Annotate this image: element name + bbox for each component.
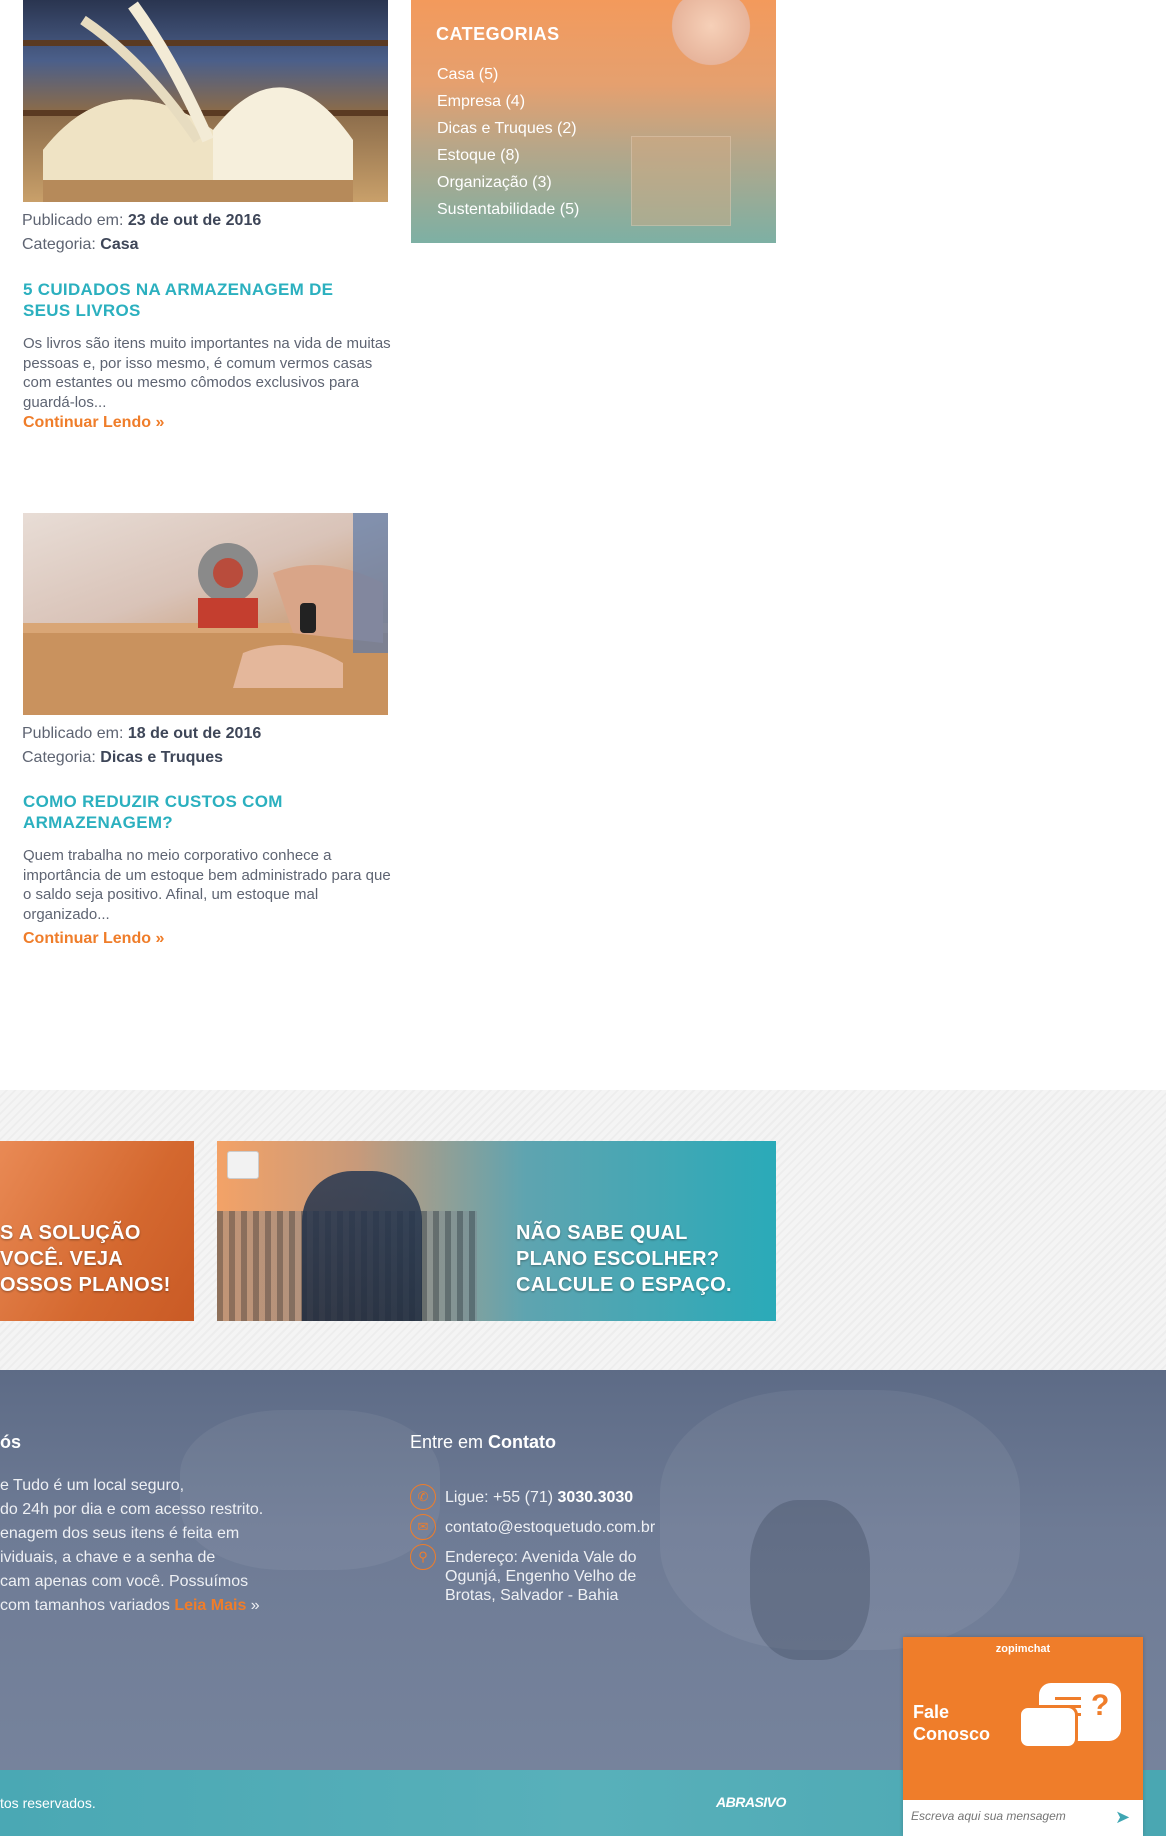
category-label: Categoria: [22, 236, 96, 253]
about-line: do 24h por dia e com acesso restrito. [0, 1501, 264, 1518]
calculate-space-banner-text: NÃO SABE QUAL PLANO ESCOLHER? CALCULE O … [516, 1220, 732, 1298]
contact-email[interactable]: contato@estoquetudo.com.br [445, 1518, 655, 1537]
location-pin-icon: ⚲ [410, 1544, 436, 1570]
banner-line: OSSOS PLANOS! [0, 1274, 171, 1296]
published-label: Publicado em: [22, 212, 124, 229]
about-heading: ós [0, 1432, 22, 1452]
chat-brand: zopimchat [995, 1643, 1051, 1655]
about-line: enagem dos seus itens é feita em [0, 1525, 240, 1542]
about-line: cam apenas com você. Possuímos [0, 1573, 249, 1590]
about-line: e Tudo é um local seguro, [0, 1477, 185, 1494]
banner-line: VOCÊ. VEJA [0, 1248, 124, 1270]
chat-lines-icon [1055, 1697, 1081, 1700]
category-item-organizacao[interactable]: Organização (3) [437, 172, 579, 199]
chat-widget[interactable]: zopimchat Fale Conosco ? ➤ [903, 1637, 1143, 1836]
category-item-estoque[interactable]: Estoque (8) [437, 145, 579, 172]
cardboard-box-photo [631, 136, 731, 226]
about-line: ividuais, a chave e a senha de [0, 1549, 216, 1566]
question-mark-icon: ? [1091, 1689, 1110, 1722]
agency-logo[interactable]: ABRASIVO [716, 1794, 786, 1810]
email-icon: ✉ [410, 1514, 436, 1540]
plans-banner[interactable]: S A SOLUÇÃO VOCÊ. VEJA OSSOS PLANOS! [0, 1141, 194, 1321]
post-date: 23 de out de 2016 [127, 212, 262, 229]
banner-line: PLANO ESCOLHER? [516, 1248, 720, 1270]
plans-banner-text: S A SOLUÇÃO VOCÊ. VEJA OSSOS PLANOS! [0, 1220, 171, 1298]
double-chevron-right-icon: » [250, 1597, 260, 1614]
published-label: Publicado em: [22, 725, 124, 742]
post-meta-date: Publicado em: 23 de out de 2016 [22, 212, 261, 230]
categories-heading: CATEGORIAS [436, 24, 560, 44]
banner-line: NÃO SABE QUAL [516, 1222, 688, 1244]
copyright-text: tos reservados. [0, 1795, 96, 1811]
continue-reading-link[interactable]: Continuar Lendo » [23, 930, 164, 948]
chat-title: Fale Conosco [913, 1701, 990, 1745]
chat-input-bar: ➤ [903, 1800, 1143, 1836]
background-photo-shape [750, 1500, 870, 1660]
phone-icon: ✆ [410, 1484, 436, 1510]
category-item-sustentabilidade[interactable]: Sustentabilidade (5) [437, 199, 579, 226]
chat-bubble-icon [1018, 1705, 1078, 1749]
categories-widget: CATEGORIAS Casa (5) Empresa (4) Dicas e … [411, 0, 776, 243]
open-book-illustration [43, 1, 353, 202]
category-item-empresa[interactable]: Empresa (4) [437, 91, 579, 118]
phone-number: 3030.3030 [557, 1489, 634, 1506]
post-meta-category: Categoria: Casa [22, 236, 139, 254]
chat-message-input[interactable] [911, 1809, 1111, 1823]
post-category-link[interactable]: Dicas e Truques [100, 749, 223, 766]
about-text: e Tudo é um local seguro, do 24h por dia… [0, 1474, 300, 1618]
chat-title-line: Fale [913, 1702, 950, 1722]
post-date: 18 de out de 2016 [127, 725, 262, 742]
post-image-books[interactable] [23, 0, 388, 202]
post-title-link[interactable]: COMO REDUZIR CUSTOS COM ARMAZENAGEM? [23, 791, 383, 833]
read-more-link[interactable]: Leia Mais [174, 1597, 246, 1614]
double-chevron-right-icon: » [155, 930, 165, 947]
post-excerpt: Os livros são itens muito importantes na… [23, 335, 391, 411]
categories-list: Casa (5) Empresa (4) Dicas e Truques (2)… [437, 64, 579, 226]
chat-title-line: Conosco [913, 1724, 991, 1744]
contact-heading: Entre em Contato [410, 1432, 556, 1453]
continue-reading-label: Continuar Lendo [23, 414, 151, 431]
banner-line: CALCULE O ESPAÇO. [516, 1274, 732, 1296]
post-meta-category: Categoria: Dicas e Truques [22, 749, 223, 767]
calculate-space-banner[interactable]: NÃO SABE QUAL PLANO ESCOLHER? CALCULE O … [217, 1141, 776, 1321]
phone-label: Ligue: +55 (71) [445, 1489, 554, 1506]
post-category-link[interactable]: Casa [100, 236, 138, 253]
contact-phone[interactable]: Ligue: +55 (71) 3030.3030 [445, 1488, 633, 1507]
contact-heading-pre: Entre em [410, 1432, 484, 1452]
double-chevron-right-icon: » [155, 414, 165, 431]
post-meta-date: Publicado em: 18 de out de 2016 [22, 725, 261, 743]
contact-address: Endereço: Avenida Vale do Ogunjá, Engenh… [445, 1549, 637, 1604]
light-switch-icon [227, 1151, 259, 1179]
send-icon[interactable]: ➤ [1115, 1807, 1130, 1828]
category-item-dicas-e-truques[interactable]: Dicas e Truques (2) [437, 118, 579, 145]
post-title-link[interactable]: 5 CUIDADOS NA ARMAZENAGEM DE SEUS LIVROS [23, 279, 383, 321]
category-item-casa[interactable]: Casa (5) [437, 64, 579, 91]
continue-reading-label: Continuar Lendo [23, 930, 151, 947]
post-image-tape[interactable] [23, 513, 388, 715]
post-excerpt: Quem trabalha no meio corporativo conhec… [23, 847, 391, 923]
contact-heading-bold: Contato [488, 1432, 557, 1452]
category-label: Categoria: [22, 749, 96, 766]
continue-reading-link[interactable]: Continuar Lendo » [23, 414, 164, 432]
tape-dispenser-illustration [23, 513, 388, 715]
banner-line: S A SOLUÇÃO [0, 1222, 141, 1244]
businessman-photo [302, 1171, 422, 1321]
about-line: com tamanhos variados [0, 1597, 170, 1614]
about-line-last: com tamanhos variados Leia Mais » [0, 1594, 300, 1618]
smiling-woman-photo [666, 0, 756, 80]
